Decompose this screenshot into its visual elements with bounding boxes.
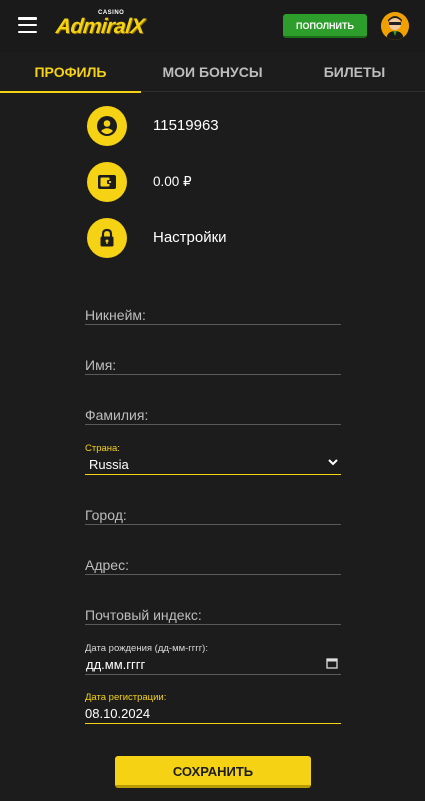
first-name-placeholder: Имя: xyxy=(85,357,117,373)
tab-tickets[interactable]: БИЛЕТЫ xyxy=(284,52,425,92)
logo[interactable]: CASINO AdmiralX xyxy=(54,10,164,40)
nickname-field[interactable]: Никнейм: xyxy=(85,307,341,325)
city-placeholder: Город: xyxy=(85,507,127,523)
account-id: 11519963 xyxy=(153,117,219,134)
lock-icon xyxy=(87,218,127,258)
zip-placeholder: Почтовый индекс: xyxy=(85,607,202,623)
user-icon xyxy=(87,106,127,146)
profile-tabs: ПРОФИЛЬ МОИ БОНУСЫ БИЛЕТЫ xyxy=(0,52,425,93)
registration-date-field: Дата регистрации: 08.10.2024 xyxy=(85,692,341,724)
last-name-placeholder: Фамилия: xyxy=(85,407,149,423)
menu-icon[interactable] xyxy=(18,17,37,34)
tab-profile[interactable]: ПРОФИЛЬ xyxy=(0,52,141,93)
city-field[interactable]: Город: xyxy=(85,507,341,525)
wallet-icon xyxy=(87,162,127,202)
tab-my-bonuses[interactable]: МОИ БОНУСЫ xyxy=(141,52,284,92)
country-label: Страна: xyxy=(85,443,120,454)
settings-row[interactable]: Настройки xyxy=(87,218,337,258)
chevron-down-icon xyxy=(328,459,338,466)
deposit-button[interactable]: ПОПОЛНИТЬ xyxy=(283,14,367,38)
last-name-field[interactable]: Фамилия: xyxy=(85,407,341,425)
avatar[interactable] xyxy=(381,12,409,40)
zip-field[interactable]: Почтовый индекс: xyxy=(85,607,341,625)
balance-value: 0.00 ₽ xyxy=(153,174,192,189)
country-value: Russia xyxy=(89,457,129,472)
registration-value: 08.10.2024 xyxy=(85,706,151,721)
logo-text: AdmiralX xyxy=(54,15,146,38)
country-select[interactable]: Страна: Russia xyxy=(85,443,341,475)
birthdate-field[interactable]: Дата рождения (дд-мм-гггг): дд.мм.гггг xyxy=(85,643,341,675)
birthdate-value: дд.мм.гггг xyxy=(86,657,146,672)
address-field[interactable]: Адрес: xyxy=(85,557,341,575)
account-id-row: 11519963 xyxy=(87,106,337,146)
nickname-placeholder: Никнейм: xyxy=(85,307,146,323)
address-placeholder: Адрес: xyxy=(85,557,129,573)
birthdate-label: Дата рождения (дд-мм-гггг): xyxy=(85,643,208,654)
save-button[interactable]: СОХРАНИТЬ xyxy=(115,756,311,788)
first-name-field[interactable]: Имя: xyxy=(85,357,341,375)
settings-link[interactable]: Настройки xyxy=(153,229,227,246)
registration-label: Дата регистрации: xyxy=(85,692,167,703)
header: CASINO AdmiralX ПОПОЛНИТЬ xyxy=(0,0,425,52)
calendar-icon[interactable] xyxy=(326,657,338,669)
balance-row: 0.00 ₽ xyxy=(87,162,337,202)
